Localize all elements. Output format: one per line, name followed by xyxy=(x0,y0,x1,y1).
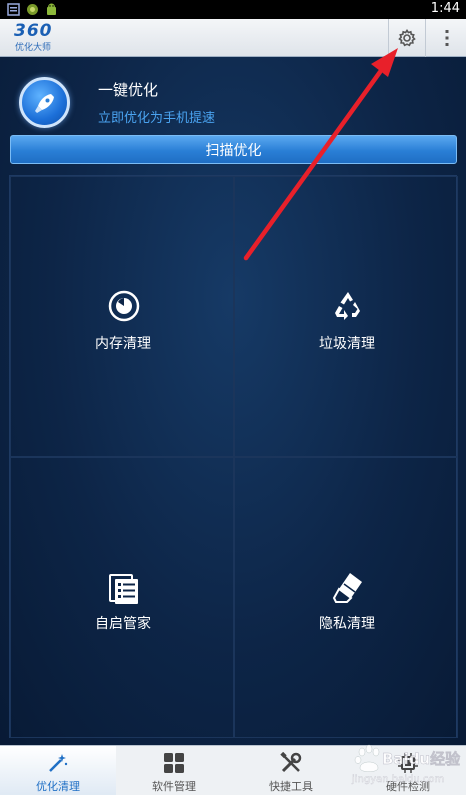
tile-label: 内存清理 xyxy=(95,336,151,352)
tile-startup-manager[interactable]: 自启管家 xyxy=(10,457,234,738)
clock: 1:44 xyxy=(430,1,460,16)
main-content: 一键优化 立即优化为手机提速 扫描优化 内存清理 垃圾清理 自启管家 隐私清理 xyxy=(0,57,466,745)
app-bar: 360 优化大师 xyxy=(0,19,466,57)
tile-junk-clean[interactable]: 垃圾清理 xyxy=(234,176,458,457)
logo-sub-text: 优化大师 xyxy=(15,43,52,53)
app-logo: 360 优化大师 xyxy=(14,21,62,53)
overflow-menu-icon xyxy=(445,30,449,46)
nav-software-manager[interactable]: 软件管理 xyxy=(116,746,232,795)
hero-title: 一键优化 xyxy=(98,81,159,99)
status-bar: 1:44 xyxy=(0,0,466,19)
settings-button[interactable] xyxy=(388,19,426,57)
tile-memory-clean[interactable]: 内存清理 xyxy=(10,176,234,457)
notification-icon xyxy=(7,3,20,16)
feature-grid: 内存清理 垃圾清理 自启管家 隐私清理 xyxy=(9,175,458,738)
nav-label: 快捷工具 xyxy=(269,780,313,793)
tile-privacy-clean[interactable]: 隐私清理 xyxy=(234,457,458,738)
one-click-optimize-icon-button[interactable] xyxy=(19,77,70,128)
tools-icon xyxy=(280,752,302,773)
watermark-url: jingyan.baidu.com xyxy=(351,774,444,785)
apps-grid-icon xyxy=(164,753,184,773)
android-icon xyxy=(47,3,56,15)
nav-label: 软件管理 xyxy=(152,780,196,793)
tile-label: 垃圾清理 xyxy=(319,336,375,352)
overflow-menu-button[interactable] xyxy=(428,19,466,57)
magic-wand-icon xyxy=(49,754,68,772)
startup-list-icon xyxy=(109,574,138,604)
memory-icon xyxy=(108,290,140,322)
baidu-jingyan-watermark: Baidu经验 jingyan.baidu.com xyxy=(351,744,461,785)
logo-main-text: 360 xyxy=(14,21,53,41)
game-icon xyxy=(27,4,38,15)
nav-quick-tools[interactable]: 快捷工具 xyxy=(233,746,349,795)
watermark-brand: Baidu经验 xyxy=(382,750,461,768)
gear-icon xyxy=(398,29,416,47)
nav-label: 优化清理 xyxy=(36,780,80,793)
hero-subtitle[interactable]: 立即优化为手机提速 xyxy=(98,107,215,126)
tile-label: 自启管家 xyxy=(95,616,151,632)
recycle-icon xyxy=(335,292,360,320)
eraser-icon xyxy=(332,573,362,603)
rocket-icon xyxy=(34,93,54,113)
nav-optimize-clean[interactable]: 优化清理 xyxy=(0,746,116,795)
scan-optimize-button[interactable]: 扫描优化 xyxy=(10,135,457,164)
tile-label: 隐私清理 xyxy=(319,616,375,632)
